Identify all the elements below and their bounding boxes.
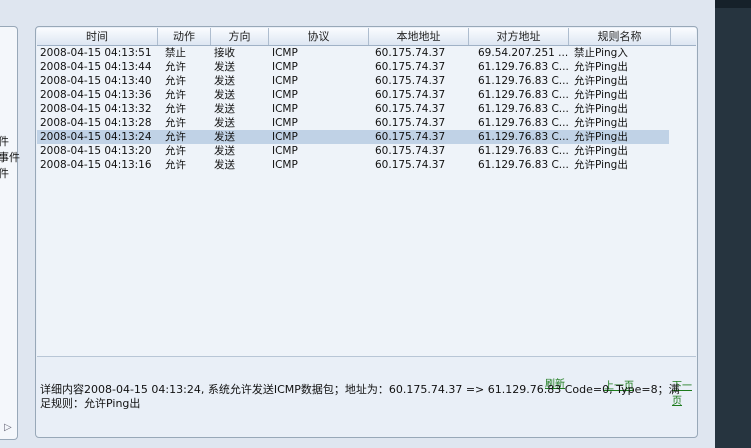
column-header-rule-name[interactable]: 规则名称 (569, 28, 671, 45)
left-nav-item[interactable]: 事件 (0, 149, 20, 165)
cell-direction: 发送 (214, 145, 235, 157)
cell-time: 2008-04-15 04:13:36 (40, 89, 152, 101)
table-row[interactable]: 2008-04-15 04:13:16 允许 发送 ICMP 60.175.74.37 6… (37, 158, 669, 172)
cell-protocol: ICMP (272, 103, 298, 115)
cell-time: 2008-04-15 04:13:16 (40, 159, 152, 171)
cell-protocol: ICMP (272, 145, 298, 157)
table-row[interactable]: 2008-04-15 04:13:20 允许 发送 ICMP 60.175.74.37 6… (37, 144, 669, 158)
cell-local-address: 60.175.74.37 (375, 61, 446, 73)
window-edge-top (715, 0, 751, 8)
column-header-local-address[interactable]: 本地地址 (369, 28, 469, 45)
cell-local-address: 60.175.74.37 (375, 89, 446, 101)
detail-text: 详细内容2008-04-15 04:13:24, 系统允许发送ICMP数据包；地… (40, 383, 680, 410)
table-body: 2008-04-15 04:13:51 禁止 接收 ICMP 60.175.74.37 6… (37, 46, 696, 172)
cell-rule-name: 允许Ping出 (574, 61, 628, 73)
cell-time: 2008-04-15 04:13:20 (40, 145, 152, 157)
cell-action: 允许 (165, 75, 186, 87)
cell-action: 允许 (165, 131, 186, 143)
column-header-time[interactable]: 时间 (37, 28, 158, 45)
cell-local-address: 60.175.74.37 (375, 159, 446, 171)
cell-time: 2008-04-15 04:13:51 (40, 47, 152, 59)
window-edge (715, 0, 751, 448)
cell-time: 2008-04-15 04:13:40 (40, 75, 152, 87)
cell-local-address: 60.175.74.37 (375, 75, 446, 87)
cell-direction: 发送 (214, 61, 235, 73)
cell-action: 允许 (165, 89, 186, 101)
cell-direction: 发送 (214, 131, 235, 143)
log-table: 时间 动作 方向 协议 本地地址 对方地址 规则名称 2008-04-15 04… (37, 28, 696, 357)
cell-remote-address: 61.129.76.83 C... (478, 89, 569, 101)
table-row[interactable]: 2008-04-15 04:13:51 禁止 接收 ICMP 60.175.74.37 6… (37, 46, 669, 60)
cell-action: 允许 (165, 103, 186, 115)
cell-direction: 发送 (214, 89, 235, 101)
cell-remote-address: 69.54.207.251 ... (478, 47, 569, 59)
cell-rule-name: 允许Ping出 (574, 131, 628, 143)
table-row[interactable]: 2008-04-15 04:13:36 允许 发送 ICMP 60.175.74.37 6… (37, 88, 669, 102)
cell-protocol: ICMP (272, 75, 298, 87)
cell-time: 2008-04-15 04:13:28 (40, 117, 152, 129)
cell-time: 2008-04-15 04:13:24 (40, 131, 152, 143)
cell-local-address: 60.175.74.37 (375, 145, 446, 157)
cell-action: 禁止 (165, 47, 186, 59)
table-header: 时间 动作 方向 协议 本地地址 对方地址 规则名称 (37, 28, 696, 46)
cell-action: 允许 (165, 145, 186, 157)
cell-direction: 发送 (214, 75, 235, 87)
cell-remote-address: 61.129.76.83 C... (478, 159, 569, 171)
cell-local-address: 60.175.74.37 (375, 103, 446, 115)
table-row[interactable]: 2008-04-15 04:13:44 允许 发送 ICMP 60.175.74.37 6… (37, 60, 669, 74)
table-row[interactable]: 2008-04-15 04:13:24 允许 发送 ICMP 60.175.74.37 6… (37, 130, 669, 144)
cell-remote-address: 61.129.76.83 C... (478, 103, 569, 115)
cell-local-address: 60.175.74.37 (375, 131, 446, 143)
cell-rule-name: 禁止Ping入 (574, 47, 628, 59)
cell-rule-name: 允许Ping出 (574, 117, 628, 129)
cell-remote-address: 61.129.76.83 C... (478, 61, 569, 73)
left-nav-item[interactable]: 件 (0, 133, 9, 149)
cell-rule-name: 允许Ping出 (574, 145, 628, 157)
column-header-protocol[interactable]: 协议 (269, 28, 369, 45)
cell-direction: 接收 (214, 47, 235, 59)
log-panel: 时间 动作 方向 协议 本地地址 对方地址 规则名称 2008-04-15 04… (35, 26, 698, 438)
cell-remote-address: 61.129.76.83 C... (478, 75, 569, 87)
cell-action: 允许 (165, 117, 186, 129)
cell-action: 允许 (165, 61, 186, 73)
cell-local-address: 60.175.74.37 (375, 47, 446, 59)
cell-protocol: ICMP (272, 47, 298, 59)
cell-protocol: ICMP (272, 117, 298, 129)
cell-action: 允许 (165, 159, 186, 171)
cell-protocol: ICMP (272, 61, 298, 73)
cell-rule-name: 允许Ping出 (574, 103, 628, 115)
cell-remote-address: 61.129.76.83 C... (478, 131, 569, 143)
left-nav-item[interactable]: 件 (0, 165, 9, 181)
cell-protocol: ICMP (272, 89, 298, 101)
column-header-direction[interactable]: 方向 (211, 28, 269, 45)
cell-local-address: 60.175.74.37 (375, 117, 446, 129)
cell-direction: 发送 (214, 103, 235, 115)
cell-remote-address: 61.129.76.83 C... (478, 117, 569, 129)
cell-protocol: ICMP (272, 131, 298, 143)
cell-rule-name: 允许Ping出 (574, 89, 628, 101)
column-header-remote-address[interactable]: 对方地址 (469, 28, 569, 45)
table-row[interactable]: 2008-04-15 04:13:40 允许 发送 ICMP 60.175.74.37 6… (37, 74, 669, 88)
cell-remote-address: 61.129.76.83 C... (478, 145, 569, 157)
cell-rule-name: 允许Ping出 (574, 75, 628, 87)
table-row[interactable]: 2008-04-15 04:13:32 允许 发送 ICMP 60.175.74.37 6… (37, 102, 669, 116)
cell-direction: 发送 (214, 159, 235, 171)
cell-direction: 发送 (214, 117, 235, 129)
cell-protocol: ICMP (272, 159, 298, 171)
table-row[interactable]: 2008-04-15 04:13:28 允许 发送 ICMP 60.175.74.37 6… (37, 116, 669, 130)
cell-time: 2008-04-15 04:13:32 (40, 103, 152, 115)
left-nav-panel: 件 事件 件 ▷ (0, 26, 20, 440)
cell-rule-name: 允许Ping出 (574, 159, 628, 171)
column-header-action[interactable]: 动作 (158, 28, 211, 45)
cell-time: 2008-04-15 04:13:44 (40, 61, 152, 73)
expand-arrow-icon[interactable]: ▷ (4, 422, 12, 433)
